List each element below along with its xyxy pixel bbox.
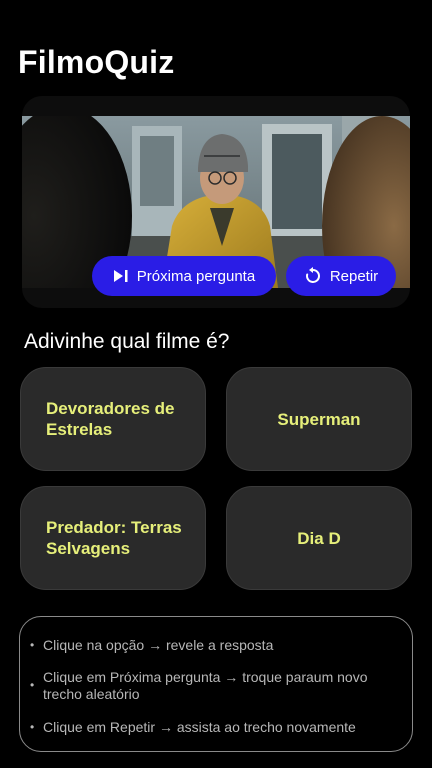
answer-option[interactable]: Dia D xyxy=(226,486,412,590)
replay-icon xyxy=(304,267,322,285)
bullet-icon: • xyxy=(30,638,35,652)
instruction-text: Clique em Próxima pergunta → troque para… xyxy=(43,669,368,702)
instructions-panel: • Clique na opção → revele a resposta • … xyxy=(19,616,413,752)
skip-next-icon xyxy=(113,269,129,283)
answer-option[interactable]: Devoradores de Estrelas xyxy=(20,367,206,471)
repeat-button[interactable]: Repetir xyxy=(286,256,396,296)
answer-option[interactable]: Predador: Terras Selvagens xyxy=(20,486,206,590)
instruction-text: Clique em Repetir → assista ao trecho no… xyxy=(43,719,356,735)
instruction-item: • Clique em Repetir → assista ao trecho … xyxy=(30,719,404,736)
answer-option[interactable]: Superman xyxy=(226,367,412,471)
repeat-label: Repetir xyxy=(329,267,379,285)
bullet-icon: • xyxy=(30,720,35,734)
answer-option-label: Dia D xyxy=(297,528,341,548)
instruction-item: • Clique na opção → revele a resposta xyxy=(30,637,404,654)
app-title: FilmoQuiz xyxy=(18,44,175,80)
next-question-label: Próxima pergunta xyxy=(136,267,256,285)
bullet-icon: • xyxy=(30,678,35,692)
question-text: Adivinhe qual filme é? xyxy=(24,330,230,353)
instruction-text: Clique na opção → revele a resposta xyxy=(43,637,274,653)
answer-option-label: Devoradores de Estrelas xyxy=(46,399,175,439)
answer-option-label: Predador: Terras Selvagens xyxy=(46,518,182,558)
answer-option-label: Superman xyxy=(277,409,361,429)
instruction-item: • Clique em Próxima pergunta → troque pa… xyxy=(30,669,404,703)
next-question-button[interactable]: Próxima pergunta xyxy=(92,256,276,296)
